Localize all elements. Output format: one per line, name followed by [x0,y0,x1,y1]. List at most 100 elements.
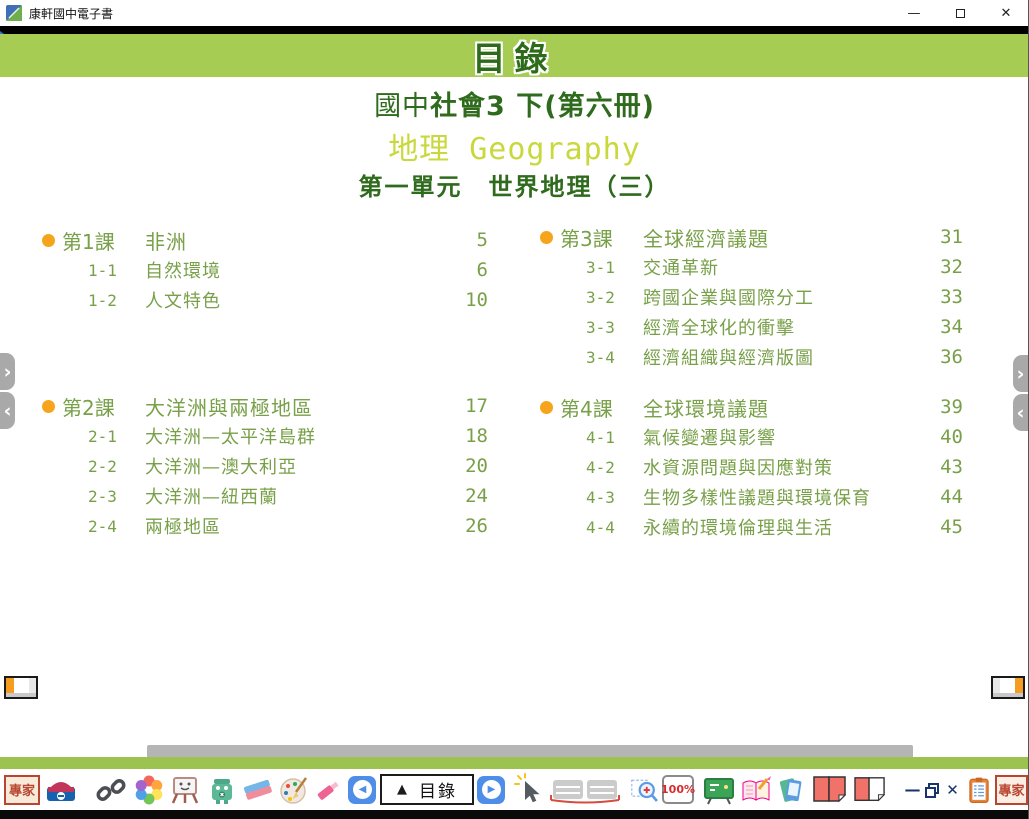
expert-mode-button-right[interactable]: 專家 [995,775,1028,805]
window-close-button[interactable]: ✕ [983,0,1029,26]
subject-line: 地理 Geography [0,124,1029,168]
item-page: 18 [465,425,488,447]
toc-row-item[interactable]: 4-2 水資源問題與因應對策 43 [540,452,963,482]
chalkboard-icon[interactable] [702,773,736,807]
toc-page: 國中社會3 下(第六冊) 地理 Geography 第一單元 世界地理（三） 第… [0,77,1029,757]
item-title: 生物多樣性議題與環境保育 [643,484,871,510]
item-label: 1-1 [88,261,145,280]
book-spread-icon[interactable] [548,773,622,807]
page-corner-right-button[interactable] [991,676,1025,699]
robot-trash-icon[interactable] [205,773,239,807]
pointer-tool-icon[interactable] [512,773,546,807]
bullet-box [42,234,62,247]
item-title: 交通革新 [643,254,719,280]
toc-section: 第3課 全球經濟議題 31 3-1 交通革新 32 3-2 跨國企業與國際分工 … [540,222,963,372]
bullet-icon [540,401,553,414]
item-title: 經濟全球化的衝擊 [643,314,795,340]
eraser-icon[interactable] [241,773,275,807]
two-page-red-icon[interactable] [812,774,848,806]
item-label: 1-2 [88,291,145,310]
toc-row-chapter[interactable]: 第4課 全球環境議題 39 [540,392,963,422]
item-title: 大洋洲—紐西蘭 [145,483,278,509]
two-page-mixed-icon[interactable] [853,775,887,805]
bottom-toolbar: 專家 ◀ ▲ 目錄 ▶ [0,769,1029,810]
notes-icon[interactable] [739,773,773,807]
item-title: 氣候變遷與影響 [643,424,776,450]
next-page-button[interactable]: ▶ [477,776,505,804]
toc-row-item[interactable]: 1-1 自然環境 6 [42,255,488,285]
page-menu-box[interactable]: ▲ 目錄 [380,774,474,805]
highlighter-icon[interactable] [313,774,345,806]
chapter-title: 非洲 [145,226,187,255]
item-page: 33 [940,286,963,308]
toc-row-chapter[interactable]: 第2課 大洋洲與兩極地區 17 [42,391,488,421]
toolbar-restore-button[interactable] [923,781,941,799]
page-header: 目錄 [0,34,1029,77]
item-title: 人文特色 [145,287,221,313]
page-corner-left-button[interactable] [4,676,38,699]
toc-column-left: 第1課 非洲 5 1-1 自然環境 6 1-2 人文特色 10 [42,225,488,541]
toc-row-item[interactable]: 3-3 經濟全球化的衝擊 34 [540,312,963,342]
color-flower-icon[interactable] [132,773,166,807]
item-title: 兩極地區 [145,513,221,539]
window-controls: — ✕ [891,0,1029,26]
page-title: 目錄 [473,32,557,80]
toc-row-item[interactable]: 1-2 人文特色 10 [42,285,488,315]
link-icon[interactable] [96,775,126,805]
toc-row-item[interactable]: 3-2 跨國企業與國際分工 33 [540,282,963,312]
toc-row-item[interactable]: 2-1 大洋洲—太平洋島群 18 [42,421,488,451]
chapter-page: 17 [465,395,488,417]
right-panel-collapse-tab[interactable]: ‹ [1013,394,1028,431]
app-icon [6,5,22,21]
palette-icon[interactable] [277,773,311,807]
item-title: 水資源問題與因應對策 [643,454,833,480]
item-page: 10 [465,289,488,311]
item-label: 2-4 [88,517,145,536]
toolbar-close-button[interactable]: ✕ [945,781,960,799]
toc-row-item[interactable]: 3-4 經濟組織與經濟版圖 36 [540,342,963,372]
clipboard-icon[interactable] [965,775,993,805]
bullet-icon [42,400,55,413]
toc-row-item[interactable]: 3-1 交通革新 32 [540,252,963,282]
toc-row-item[interactable]: 4-3 生物多樣性議題與環境保育 44 [540,482,963,512]
prev-page-button[interactable]: ◀ [348,776,376,804]
bottom-green-band [0,757,1029,769]
item-title: 自然環境 [145,257,221,283]
zoom-level-button[interactable]: 100% [662,775,694,804]
toc-row-item[interactable]: 4-4 永續的環境倫理與生活 45 [540,512,963,542]
toc-row-item[interactable]: 2-3 大洋洲—紐西蘭 24 [42,481,488,511]
phone-icon[interactable] [775,773,808,806]
arrow-right-icon: ▶ [482,780,501,799]
item-label: 4-1 [586,428,643,447]
bullet-box [540,401,560,414]
toolbar-minimize-button[interactable]: — [905,780,920,799]
left-panel-expand-tab[interactable]: › [0,353,15,390]
window-maximize-button[interactable] [937,0,983,26]
toc-section: 第4課 全球環境議題 39 4-1 氣候變遷與影響 40 4-2 水資源問題與因… [540,392,963,542]
item-label: 2-3 [88,487,145,506]
zoom-select-icon[interactable] [630,775,660,805]
toc-row-item[interactable]: 2-4 兩極地區 26 [42,511,488,541]
toc-row-item[interactable]: 2-2 大洋洲—澳大利亞 20 [42,451,488,481]
up-triangle-icon: ▲ [397,782,407,797]
expert-mode-button[interactable]: 專家 [4,775,40,805]
window-title: 康軒國中電子書 [29,5,113,22]
bottom-black-strip [0,810,1029,819]
arrow-left-icon: ◀ [353,780,372,799]
left-panel-collapse-tab[interactable]: ‹ [0,392,15,429]
toc-row-chapter[interactable]: 第1課 非洲 5 [42,225,488,255]
window-titlebar: 康軒國中電子書 — ✕ [0,0,1029,26]
window-minimize-button[interactable]: — [891,0,937,26]
toc-row-chapter[interactable]: 第3課 全球經濟議題 31 [540,222,963,252]
item-label: 3-3 [586,318,643,337]
chevron-right-icon: › [4,361,12,383]
toolbox-icon[interactable] [44,773,78,807]
item-title: 大洋洲—澳大利亞 [145,453,297,479]
toc-column-right: 第3課 全球經濟議題 31 3-1 交通革新 32 3-2 跨國企業與國際分工 … [540,222,963,542]
easel-icon[interactable] [168,773,202,807]
toc-row-item[interactable]: 4-1 氣候變遷與影響 40 [540,422,963,452]
chapter-label: 第3課 [560,223,643,252]
item-page: 6 [477,259,488,281]
right-panel-expand-tab[interactable]: › [1013,355,1028,392]
chapter-title: 全球環境議題 [643,393,769,422]
